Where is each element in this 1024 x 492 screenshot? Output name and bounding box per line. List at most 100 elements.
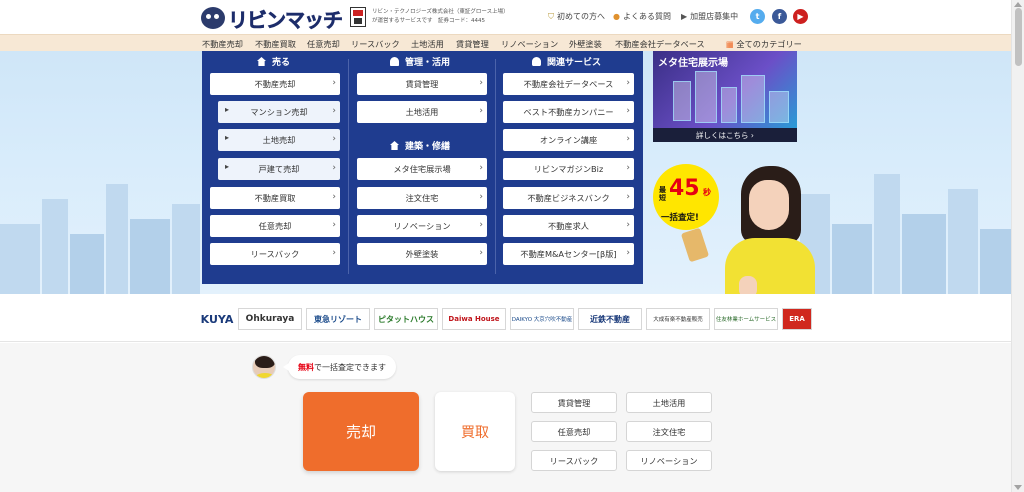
category-item[interactable]: 土地活用	[411, 38, 444, 50]
partner-logo[interactable]: 東急リゾート	[306, 308, 370, 330]
chevron-right-icon: ›	[332, 192, 336, 202]
meta-banner-button[interactable]: 詳しくはこちら ›	[653, 128, 797, 142]
assessment-section: 無料 で一括査定できます 売却 買取 賃貸管理 土地活用 任意売却 注文住宅 リ…	[0, 343, 1011, 492]
chevron-right-icon: ›	[332, 220, 336, 230]
city-skyline	[42, 199, 68, 294]
city-skyline	[902, 214, 946, 294]
chevron-right-icon: ›	[626, 134, 630, 144]
scroll-thumb[interactable]	[1015, 8, 1022, 66]
site-header: リビンマッチ リビン・テクノロジーズ株式会社（東証グロース上場） が運営するサー…	[0, 0, 1011, 34]
category-item[interactable]: 不動産買取	[255, 38, 296, 50]
category-item[interactable]: 外壁塗装	[569, 38, 602, 50]
category-item[interactable]: 任意売却	[307, 38, 340, 50]
menu-item-company-database[interactable]: 不動産会社データベース ›	[503, 73, 634, 95]
menu-item-renovation[interactable]: リノベーション ›	[357, 215, 487, 237]
category-item[interactable]: 不動産会社データベース	[615, 38, 705, 50]
menu-item-jobs[interactable]: 不動産求人 ›	[503, 215, 634, 237]
menu-item-business-bank[interactable]: 不動産ビジネスバンク ›	[503, 187, 634, 209]
menu-item-voluntary-sale[interactable]: 任意売却 ›	[210, 215, 340, 237]
model-hand	[739, 276, 757, 294]
chevron-right-icon: ›	[626, 163, 630, 173]
chevron-right-icon: ›	[332, 106, 336, 116]
category-item[interactable]: 不動産売却	[202, 38, 243, 50]
menu-item-best-company[interactable]: ベスト不動産カンパニー ›	[503, 101, 634, 123]
menu-item-meta-housing[interactable]: メタ住宅展示場 ›	[357, 158, 487, 180]
promo-small-label: 最短	[659, 186, 666, 202]
bubble-text: で一括査定できます	[314, 362, 386, 372]
partner-logo[interactable]: 近鉄不動産	[578, 308, 642, 330]
promo-banner[interactable]: 最短 45 秒 一括査定!	[653, 158, 815, 294]
menu-item-land-use[interactable]: 土地活用 ›	[357, 101, 487, 123]
city-skyline	[980, 229, 1011, 294]
partner-logo-strip: KUYA Ohkuraya 東急リゾート ピタットハウス Daiwa House…	[0, 294, 1011, 342]
menu-item-exterior-painting[interactable]: 外壁塗装 ›	[357, 243, 487, 265]
city-skyline	[130, 219, 170, 294]
house-icon	[390, 141, 399, 150]
category-item[interactable]: リースバック	[351, 38, 400, 50]
question-icon: ●	[613, 12, 620, 21]
city-skyline	[0, 224, 40, 294]
menu-item-ma-center[interactable]: 不動産M&Aセンター[β版] ›	[503, 243, 634, 265]
all-categories-link[interactable]: ▦ 全てのカテゴリー	[726, 38, 802, 50]
buy-button[interactable]: 買取	[435, 392, 515, 471]
quick-leaseback-button[interactable]: リースバック	[531, 450, 617, 471]
twitter-icon[interactable]: t	[750, 9, 765, 24]
meta-housing-banner[interactable]: メタ住宅展示場 詳しくはこちら ›	[653, 51, 797, 142]
partner-logo[interactable]: Daiwa House	[442, 308, 506, 330]
partner-logo[interactable]: Ohkuraya	[238, 308, 302, 330]
menu-item-leaseback[interactable]: リースバック ›	[210, 243, 340, 265]
menu-item-real-estate-sale[interactable]: 不動産売却 ›	[210, 73, 340, 95]
free-label: 無料	[298, 362, 314, 372]
menu-item-magazine-biz[interactable]: リビンマガジンBiz ›	[503, 158, 634, 180]
chevron-right-icon: ›	[626, 78, 630, 88]
avatar	[252, 355, 276, 379]
site-logo[interactable]: リビンマッチ	[201, 6, 344, 32]
scroll-up-arrow-icon[interactable]	[1014, 2, 1022, 7]
person-key-icon	[390, 57, 399, 66]
menu-item-rental-management[interactable]: 賃貸管理 ›	[357, 73, 487, 95]
menu-item-house-sale[interactable]: ▸ 戸建て売却 ›	[218, 158, 340, 180]
partner-logo[interactable]: 大成有楽不動産販売	[646, 308, 710, 330]
scroll-down-arrow-icon[interactable]	[1014, 485, 1022, 490]
logo-text: リビンマッチ	[228, 7, 344, 32]
faq-label: よくある質問	[622, 12, 671, 21]
partner-logo[interactable]: ERA	[782, 308, 812, 330]
menu-item-land-sale[interactable]: ▸ 土地売却 ›	[218, 129, 340, 151]
menu-item-mansion-sale[interactable]: ▸ マンション売却 ›	[218, 101, 340, 123]
quick-renovation-button[interactable]: リノベーション	[626, 450, 712, 471]
promo-badge: 最短 45 秒 一括査定!	[653, 164, 719, 230]
quick-land-use-button[interactable]: 土地活用	[626, 392, 712, 413]
building-graphic	[769, 91, 789, 123]
partner-logo[interactable]: KUYA	[200, 308, 234, 330]
chevron-right-icon: ›	[332, 78, 336, 88]
quick-voluntary-sale-button[interactable]: 任意売却	[531, 421, 617, 442]
partner-logo[interactable]: DAIKYO 大京穴吹不動産	[510, 308, 574, 330]
sell-button[interactable]: 売却	[303, 392, 419, 471]
youtube-icon[interactable]: ▶	[793, 9, 808, 24]
menu-item-custom-home[interactable]: 注文住宅 ›	[357, 187, 487, 209]
chevron-right-icon: ›	[332, 248, 336, 258]
shield-icon: ⛉	[548, 11, 554, 21]
category-item[interactable]: リノベーション	[501, 38, 558, 50]
bullet-icon: ▸	[225, 105, 230, 114]
bullet-icon: ▸	[225, 133, 230, 142]
person-icon	[532, 57, 541, 66]
partner-logo[interactable]: 住友林業ホームサービス	[714, 308, 778, 330]
facebook-icon[interactable]: f	[772, 9, 787, 24]
quick-custom-home-button[interactable]: 注文住宅	[626, 421, 712, 442]
city-skyline	[70, 234, 104, 294]
faq-link[interactable]: ● よくある質問	[613, 11, 671, 22]
company-building-icon	[350, 7, 366, 27]
menu-item-online-course[interactable]: オンライン講座 ›	[503, 129, 634, 151]
first-time-link[interactable]: ⛉ 初めての方へ	[548, 11, 605, 22]
category-item[interactable]: 賃貸管理	[456, 38, 489, 50]
vertical-scrollbar[interactable]	[1011, 0, 1024, 492]
chevron-right-icon: ›	[479, 220, 483, 230]
franchise-link[interactable]: ▶ 加盟店募集中	[681, 11, 738, 22]
column-divider	[495, 59, 496, 274]
quick-rental-management-button[interactable]: 賃貸管理	[531, 392, 617, 413]
menu-item-purchase[interactable]: 不動産買取 ›	[210, 187, 340, 209]
partner-logo[interactable]: ピタットハウス	[374, 308, 438, 330]
chevron-right-icon: ›	[626, 220, 630, 230]
chevron-right-icon: ›	[626, 106, 630, 116]
